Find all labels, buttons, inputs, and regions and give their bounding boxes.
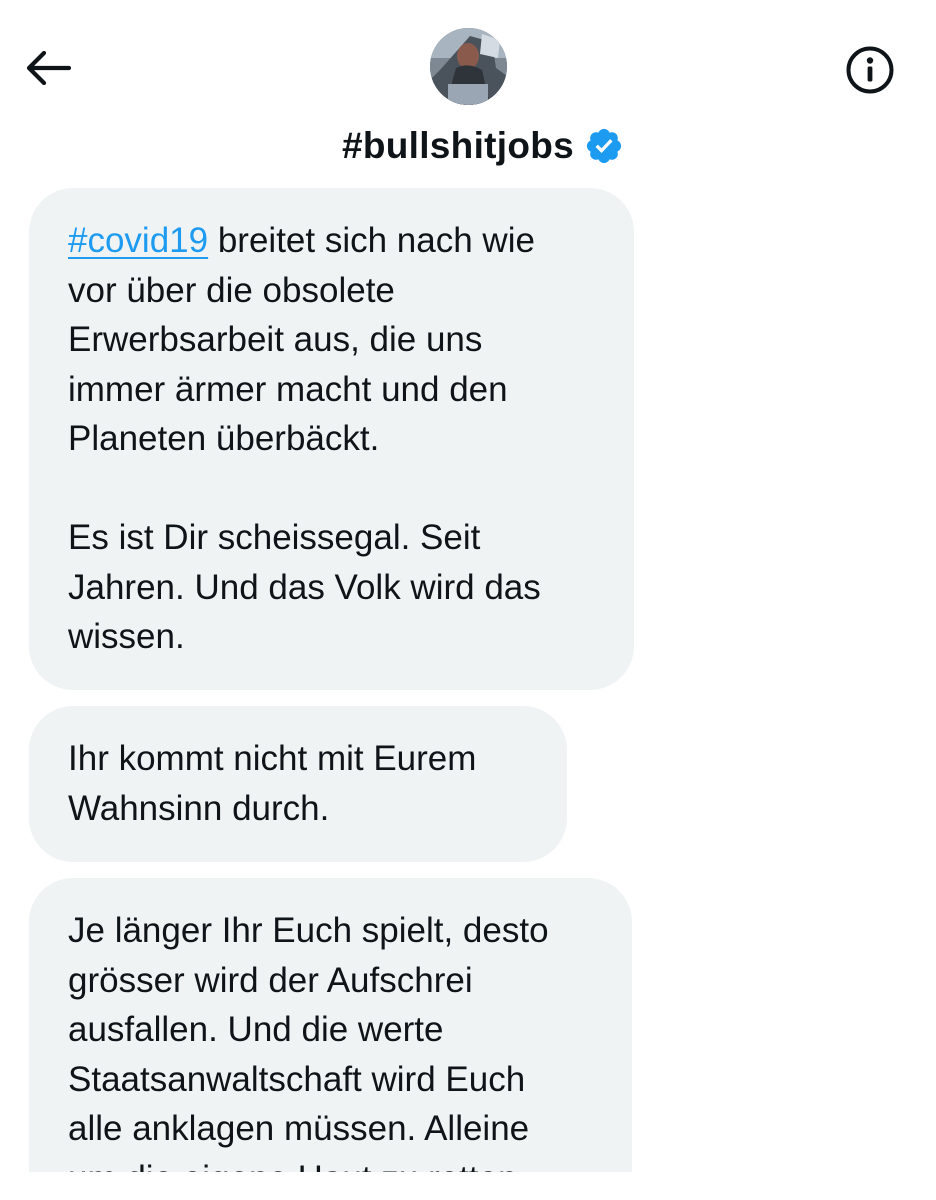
message-text: Je länger Ihr Euch spielt, desto grösser… (68, 911, 549, 1172)
message-paragraph: Es ist Dir scheissegal. Seit Jahren. Und… (68, 518, 541, 656)
avatar[interactable] (430, 28, 507, 105)
avatar-image (430, 28, 507, 105)
arrow-left-icon (26, 51, 71, 85)
message-bubble[interactable]: Je länger Ihr Euch spielt, desto grösser… (29, 878, 632, 1172)
hashtag-link[interactable]: #covid19 (68, 221, 208, 260)
conversation-title: #bullshitjobs (341, 125, 575, 166)
conversation-info-button[interactable] (842, 42, 898, 98)
message-bubble[interactable]: #covid19 breitet sich nach wie vor über … (29, 188, 634, 690)
conversation-title-row: #bullshitjobs (0, 118, 936, 174)
verified-badge-icon (586, 128, 622, 164)
message-bubble[interactable]: Ihr kommt nicht mit Eurem Wahnsinn durch… (29, 706, 567, 862)
message-list[interactable]: #covid19 breitet sich nach wie vor über … (0, 188, 936, 1172)
back-button[interactable] (22, 44, 74, 92)
conversation-header: #bullshitjobs (0, 0, 936, 180)
info-circle-icon (846, 46, 894, 94)
message-text: #covid19 breitet sich nach wie vor über … (68, 216, 596, 464)
message-text: Ihr kommt nicht mit Eurem Wahnsinn durch… (68, 739, 477, 828)
